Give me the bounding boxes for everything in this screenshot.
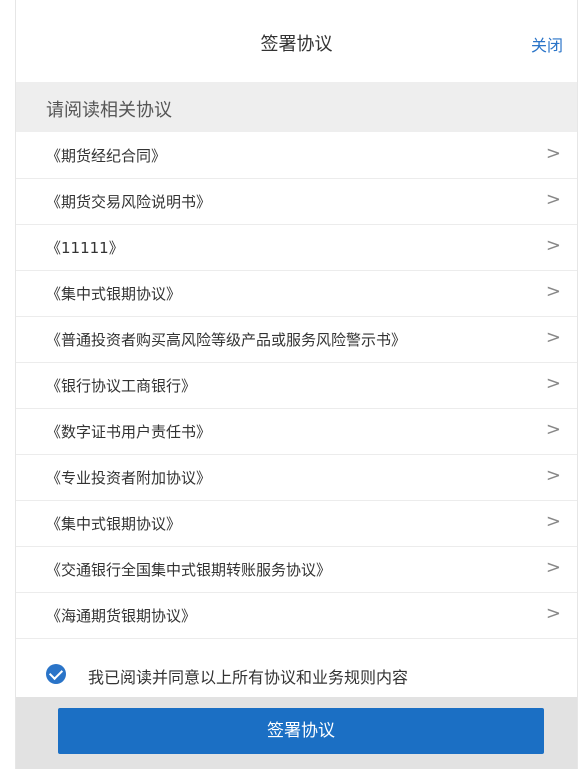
chevron-right-icon: > [545,603,561,624]
agreement-item-haitong-bank-futures[interactable]: 《海通期货银期协议》 > [16,593,577,639]
chevron-right-icon: > [545,373,561,394]
section-header: 请阅读相关协议 [16,82,577,132]
agreement-label: 《11111》 [46,239,124,257]
agreement-label: 《期货经纪合同》 [46,147,167,165]
chevron-right-icon: > [545,143,561,164]
sign-agreement-button[interactable]: 签署协议 [58,708,544,754]
agree-text: 我已阅读并同意以上所有协议和业务规则内容 [88,668,409,687]
close-button[interactable]: 关闭 [531,32,563,56]
dialog-footer: 签署协议 [16,697,577,769]
agreement-label: 《交通银行全国集中式银期转账服务协议》 [46,561,332,579]
chevron-right-icon: > [545,511,561,532]
chevron-right-icon: > [545,281,561,302]
agreement-item-professional-investor[interactable]: 《专业投资者附加协议》 > [16,455,577,501]
agreement-item-high-risk-warning[interactable]: 《普通投资者购买高风险等级产品或服务风险警示书》 > [16,317,577,363]
checked-icon[interactable] [46,664,66,684]
chevron-right-icon: > [545,465,561,486]
dialog-title: 签署协议 [260,34,333,55]
chevron-right-icon: > [545,327,561,348]
chevron-right-icon: > [545,419,561,440]
agreement-label: 《银行协议工商银行》 [46,377,197,395]
agreement-item-bocom-transfer[interactable]: 《交通银行全国集中式银期转账服务协议》 > [16,547,577,593]
agree-row[interactable]: 我已阅读并同意以上所有协议和业务规则内容 [16,652,577,697]
agreement-item-digital-certificate[interactable]: 《数字证书用户责任书》 > [16,409,577,455]
chevron-right-icon: > [545,189,561,210]
agreement-label: 《集中式银期协议》 [46,285,182,303]
agreement-label: 《集中式银期协议》 [46,515,182,533]
agreement-item-centralized-bank-futures-2[interactable]: 《集中式银期协议》 > [16,501,577,547]
agreement-label: 《数字证书用户责任书》 [46,423,212,441]
chevron-right-icon: > [545,235,561,256]
agreement-label: 《海通期货银期协议》 [46,607,197,625]
agreement-label: 《普通投资者购买高风险等级产品或服务风险警示书》 [46,331,407,349]
agreement-item-centralized-bank-futures[interactable]: 《集中式银期协议》 > [16,271,577,317]
agreement-label: 《专业投资者附加协议》 [46,469,212,487]
agreement-dialog: 签署协议 关闭 请阅读相关协议 《期货经纪合同》 > 《期货交易风险说明书》 >… [15,0,578,769]
agreement-item-11111[interactable]: 《11111》 > [16,225,577,271]
agreement-item-futures-risk-disclosure[interactable]: 《期货交易风险说明书》 > [16,179,577,225]
agreement-item-futures-brokerage-contract[interactable]: 《期货经纪合同》 > [16,133,577,179]
agreement-label: 《期货交易风险说明书》 [46,193,212,211]
section-title: 请阅读相关协议 [46,100,172,121]
dialog-header: 签署协议 关闭 [16,0,577,83]
agreement-list: 《期货经纪合同》 > 《期货交易风险说明书》 > 《11111》 > 《集中式银… [16,133,577,639]
agreement-item-icbc-bank-agreement[interactable]: 《银行协议工商银行》 > [16,363,577,409]
chevron-right-icon: > [545,557,561,578]
